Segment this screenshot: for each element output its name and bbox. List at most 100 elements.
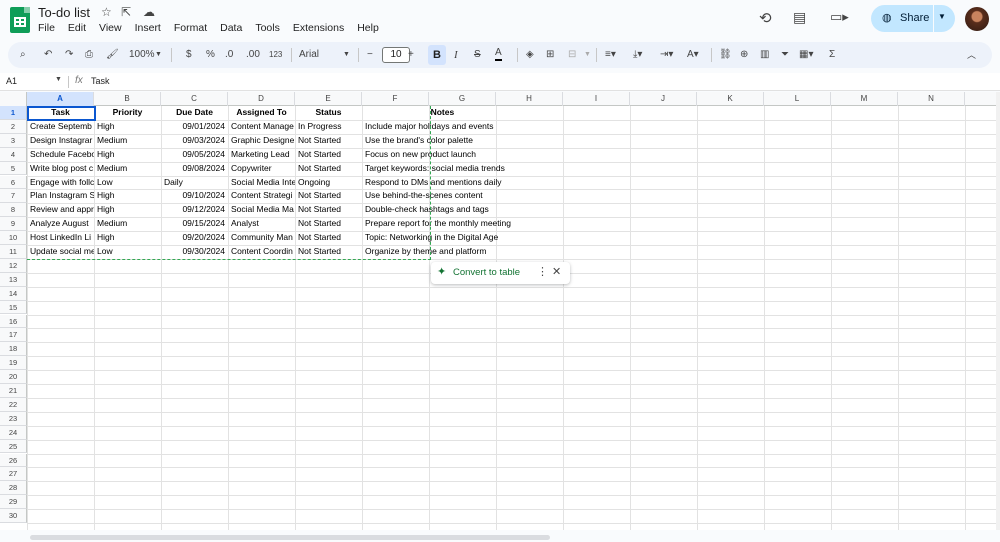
filter-views-icon[interactable]: ▦▾ <box>799 47 813 63</box>
row-header-15[interactable]: 15 <box>0 300 27 315</box>
row-header-24[interactable]: 24 <box>0 425 27 440</box>
increase-font-size-button[interactable]: + <box>408 47 414 63</box>
row-header-10[interactable]: 10 <box>0 231 27 245</box>
print-icon[interactable]: ⎙ <box>85 47 93 63</box>
row-header-2[interactable]: 2 <box>0 119 27 134</box>
menu-view[interactable]: View <box>99 22 127 34</box>
insert-chart-icon[interactable]: ▥ <box>760 47 769 63</box>
row-header-25[interactable]: 25 <box>0 439 27 454</box>
close-icon[interactable]: ✕ <box>552 265 561 278</box>
name-box-dropdown-icon[interactable]: ▼ <box>55 76 62 83</box>
row-header-28[interactable]: 28 <box>0 481 27 496</box>
decrease-font-size-button[interactable]: − <box>367 47 373 63</box>
convert-to-table-chip[interactable]: ✦ Convert to table ⋮ ✕ <box>431 262 570 284</box>
text-rotation-icon[interactable]: A▾ <box>687 47 699 63</box>
column-header-d[interactable]: D <box>228 92 295 106</box>
vertical-align-icon[interactable]: ⤓▾ <box>633 47 642 63</box>
menu-format[interactable]: Format <box>174 22 212 34</box>
menu-file[interactable]: File <box>38 22 60 34</box>
font-size-input[interactable]: 10 <box>382 47 410 63</box>
avatar[interactable] <box>965 7 989 31</box>
menu-insert[interactable]: Insert <box>135 22 166 34</box>
row-header-9[interactable]: 9 <box>0 217 27 232</box>
row-header-3[interactable]: 3 <box>0 133 27 148</box>
paint-format-icon[interactable]: 🖌 <box>106 47 119 63</box>
insert-comment-icon[interactable]: ⊕ <box>740 47 748 63</box>
italic-button[interactable]: I <box>454 47 458 63</box>
sheets-logo-icon[interactable] <box>10 7 30 33</box>
column-header-e[interactable]: E <box>295 92 362 106</box>
font-dropdown-icon[interactable]: ▼ <box>343 47 350 63</box>
meet-icon[interactable]: ▭▸ <box>830 9 849 25</box>
name-box[interactable]: A1 <box>6 76 17 86</box>
row-header-17[interactable]: 17 <box>0 328 27 343</box>
functions-icon[interactable]: Σ <box>829 47 835 63</box>
text-wrap-icon[interactable]: ⇥▾ <box>660 47 673 63</box>
row-header-8[interactable]: 8 <box>0 203 27 218</box>
currency-format-button[interactable]: $ <box>186 47 192 63</box>
row-header-5[interactable]: 5 <box>0 161 27 176</box>
formula-input[interactable]: Task <box>91 76 110 86</box>
row-header-18[interactable]: 18 <box>0 342 27 357</box>
row-header-6[interactable]: 6 <box>0 175 27 190</box>
merge-dropdown-icon[interactable]: ▼ <box>584 47 591 63</box>
row-header-16[interactable]: 16 <box>0 314 27 329</box>
menu-tools[interactable]: Tools <box>255 22 285 34</box>
row-header-7[interactable]: 7 <box>0 189 27 204</box>
horizontal-align-icon[interactable]: ≡▾ <box>605 47 616 63</box>
row-header-1[interactable]: 1 <box>0 106 27 120</box>
column-header-l[interactable]: L <box>764 92 831 106</box>
row-header-14[interactable]: 14 <box>0 286 27 301</box>
zoom-select[interactable]: 100% <box>129 47 155 63</box>
strikethrough-icon[interactable]: S <box>474 47 481 63</box>
menu-help[interactable]: Help <box>357 22 384 34</box>
column-header-a[interactable]: A <box>27 92 94 106</box>
borders-icon[interactable]: ⊞ <box>546 47 554 63</box>
column-header-j[interactable]: J <box>630 92 697 106</box>
spreadsheet-grid[interactable]: ABCDEFGHIJKLMN 1 2 3 4 5 6 7 8 9 10 11 12 13 14 15 16 17… <box>0 92 996 530</box>
column-header-n[interactable]: N <box>898 92 965 106</box>
search-menus-icon[interactable]: ⌕ <box>20 47 26 63</box>
row-header-4[interactable]: 4 <box>0 147 27 162</box>
row-header-21[interactable]: 21 <box>0 384 27 398</box>
row-header-19[interactable]: 19 <box>0 356 27 371</box>
row-header-29[interactable]: 29 <box>0 495 27 510</box>
cloud-saved-icon[interactable]: ☁ <box>143 5 155 19</box>
horizontal-scroll-thumb[interactable] <box>30 535 550 540</box>
row-header-23[interactable]: 23 <box>0 411 27 426</box>
vertical-scrollbar[interactable] <box>996 92 1000 530</box>
column-header-m[interactable]: M <box>831 92 898 106</box>
increase-decimal-button[interactable]: .00 <box>246 47 260 63</box>
row-header-27[interactable]: 27 <box>0 467 27 482</box>
comments-icon[interactable]: ▤ <box>793 9 806 26</box>
row-header-30[interactable]: 30 <box>0 509 27 523</box>
menu-data[interactable]: Data <box>220 22 247 34</box>
menu-edit[interactable]: Edit <box>68 22 91 34</box>
percent-format-button[interactable]: % <box>206 47 215 63</box>
font-select[interactable]: Arial <box>299 47 319 63</box>
redo-icon[interactable]: ↷ <box>65 47 73 63</box>
row-header-22[interactable]: 22 <box>0 397 27 412</box>
merge-cells-icon[interactable]: ⊟ <box>568 47 576 63</box>
select-all-corner[interactable] <box>0 92 27 106</box>
text-color-icon[interactable]: A <box>495 47 502 61</box>
column-header-c[interactable]: C <box>161 92 228 106</box>
column-header-k[interactable]: K <box>697 92 764 106</box>
undo-icon[interactable]: ↶ <box>44 47 52 63</box>
menu-extensions[interactable]: Extensions <box>293 22 349 34</box>
row-header-20[interactable]: 20 <box>0 370 27 384</box>
more-options-icon[interactable]: ⋮ <box>537 265 548 278</box>
zoom-dropdown-icon[interactable]: ▼ <box>155 47 162 63</box>
column-header-h[interactable]: H <box>496 92 563 106</box>
filter-icon[interactable]: ⏷ <box>781 47 789 63</box>
row-header-12[interactable]: 12 <box>0 258 27 273</box>
insert-link-icon[interactable]: ⛓ <box>719 47 732 63</box>
share-button[interactable]: ◍ Share ▼ <box>871 5 955 32</box>
row-header-13[interactable]: 13 <box>0 272 27 287</box>
row-header-26[interactable]: 26 <box>0 453 27 468</box>
document-title[interactable]: To-do list <box>38 5 90 20</box>
row-header-11[interactable]: 11 <box>0 245 27 259</box>
share-dropdown-icon[interactable]: ▼ <box>938 12 946 21</box>
decrease-decimal-button[interactable]: .0 <box>225 47 233 63</box>
bold-button[interactable]: B <box>428 45 446 65</box>
